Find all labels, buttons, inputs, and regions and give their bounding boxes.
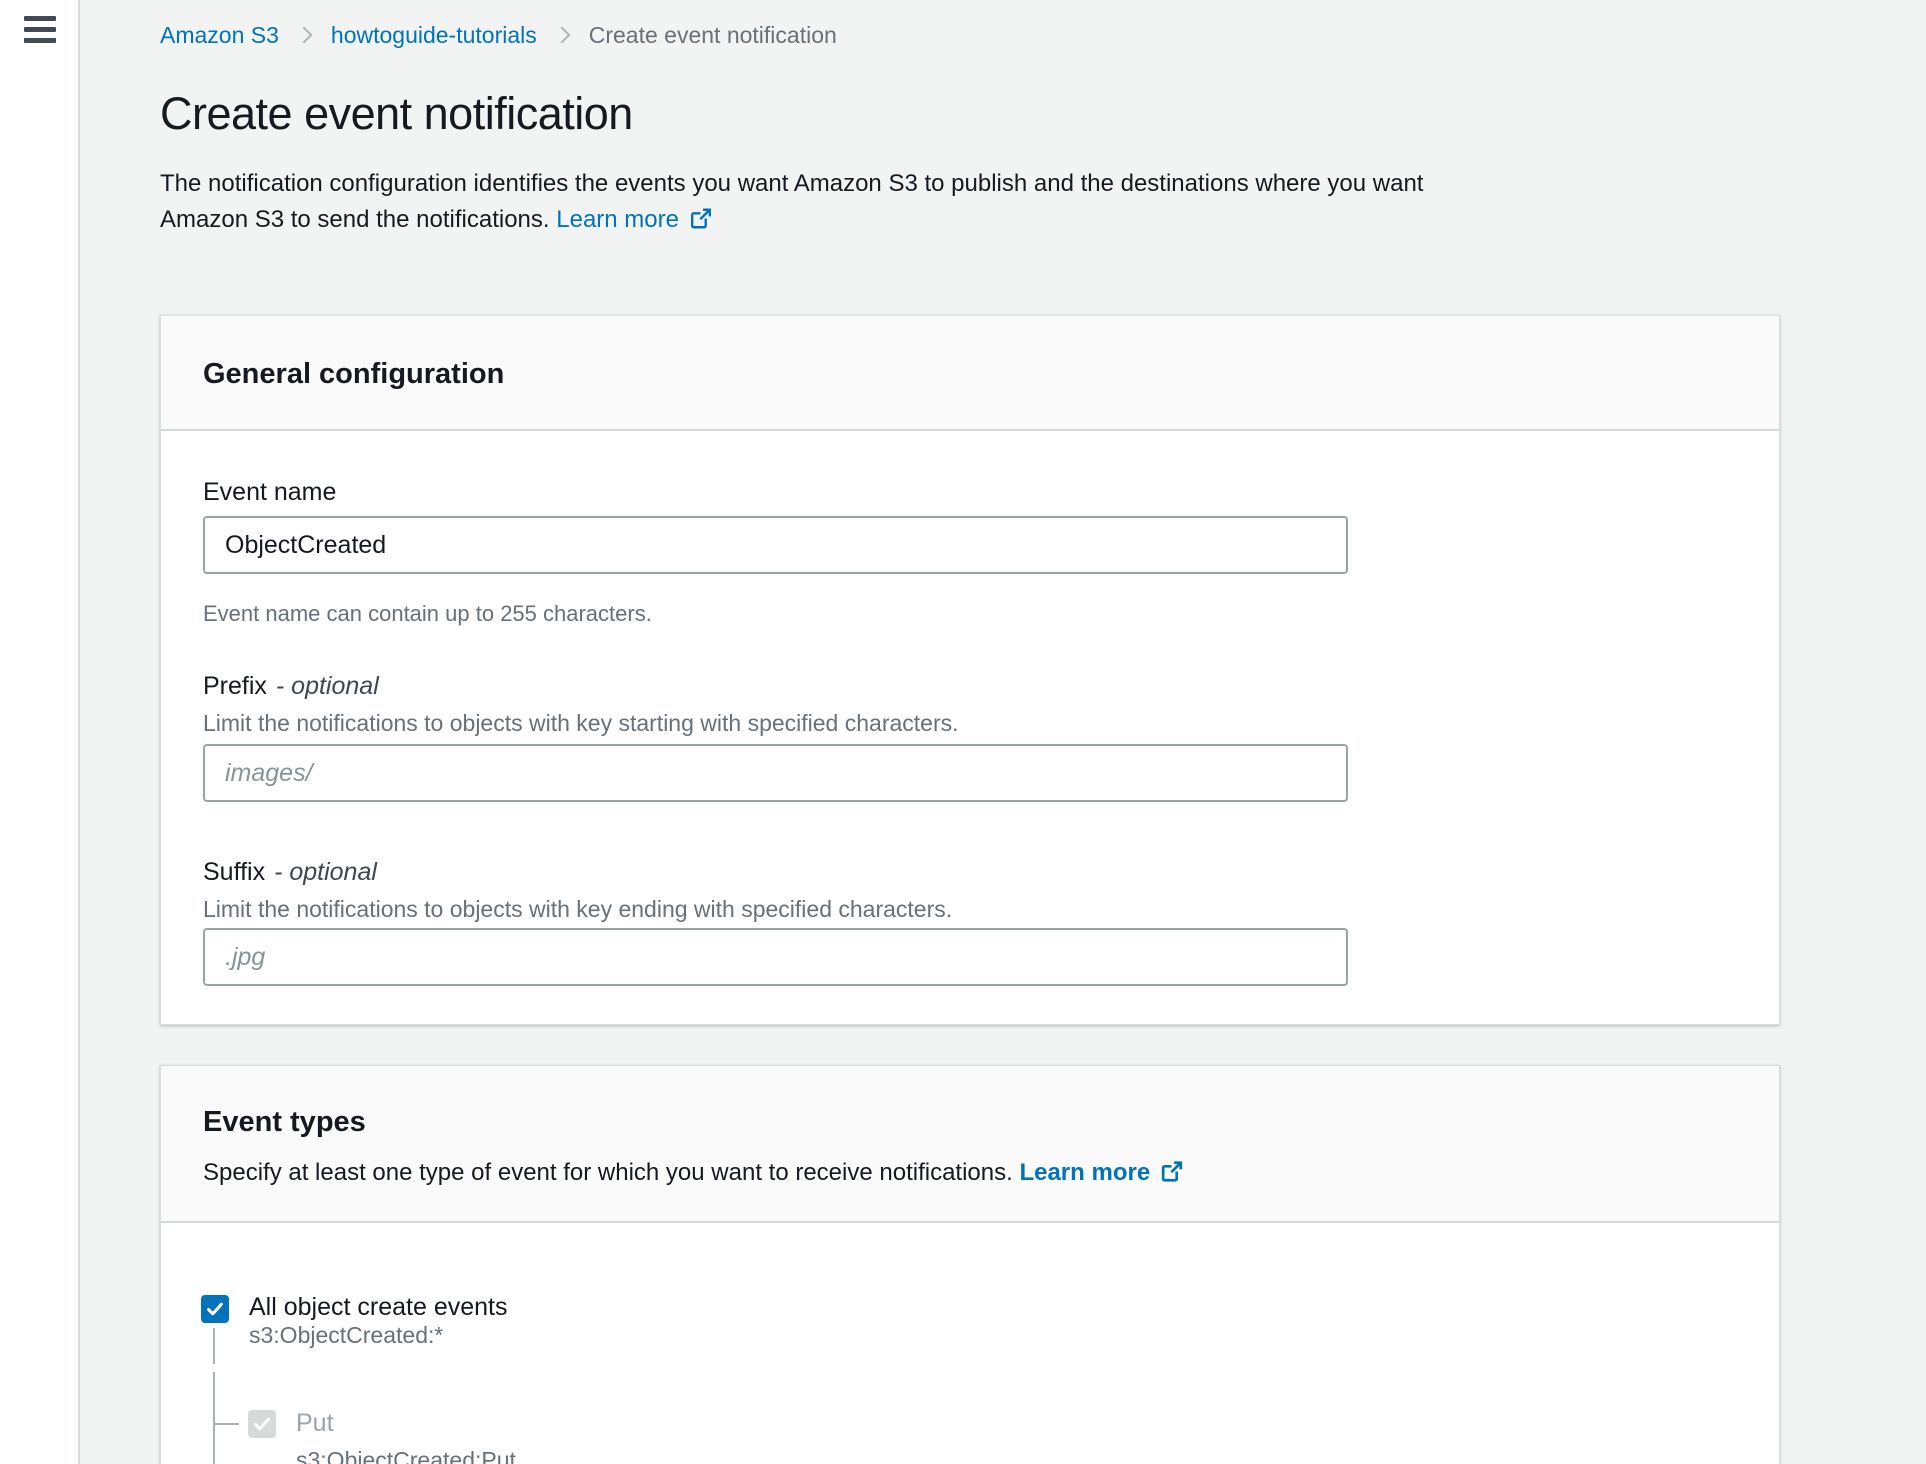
suffix-label: Suffix- optional xyxy=(203,858,377,887)
check-icon xyxy=(250,1413,274,1435)
tree-line xyxy=(213,1372,215,1464)
prefix-description: Limit the notifications to objects with … xyxy=(203,710,959,737)
general-configuration-heading: General configuration xyxy=(203,358,504,391)
event-name-input[interactable] xyxy=(203,516,1348,574)
hamburger-menu-icon[interactable] xyxy=(24,16,56,43)
prefix-input[interactable] xyxy=(203,744,1348,802)
page-description-line1: The notification configuration identifie… xyxy=(160,166,1740,202)
event-types-header: Event types Specify at least one type of… xyxy=(161,1066,1779,1223)
optional-indicator: - optional xyxy=(274,858,377,886)
breadcrumb-item-amazon-s3[interactable]: Amazon S3 xyxy=(160,22,279,49)
chevron-right-icon xyxy=(295,27,312,44)
page-description: The notification configuration identifie… xyxy=(160,166,1740,238)
prefix-label: Prefix- optional xyxy=(203,672,379,701)
all-object-create-events-checkbox[interactable] xyxy=(201,1295,229,1323)
external-link-icon xyxy=(1159,1159,1184,1184)
all-object-create-events-code: s3:ObjectCreated:* xyxy=(249,1322,443,1349)
page-description-line2: Amazon S3 to send the notifications. xyxy=(160,206,550,233)
event-name-label: Event name xyxy=(203,478,336,507)
learn-more-link[interactable]: Learn more xyxy=(1019,1159,1184,1186)
side-nav-rail xyxy=(0,0,80,1464)
breadcrumb: Amazon S3 howtoguide-tutorials Create ev… xyxy=(160,19,837,51)
page-title: Create event notification xyxy=(160,88,633,140)
event-types-card: Event types Specify at least one type of… xyxy=(160,1065,1780,1464)
breadcrumb-item-bucket[interactable]: howtoguide-tutorials xyxy=(331,22,537,49)
optional-indicator: - optional xyxy=(276,672,379,700)
breadcrumb-current-page: Create event notification xyxy=(589,22,837,49)
event-types-description: Specify at least one type of event for w… xyxy=(203,1159,1184,1187)
suffix-description: Limit the notifications to objects with … xyxy=(203,896,952,923)
check-icon xyxy=(203,1298,227,1320)
put-label: Put xyxy=(296,1409,334,1438)
event-types-heading: Event types xyxy=(203,1106,366,1139)
all-object-create-events-label[interactable]: All object create events xyxy=(249,1293,507,1322)
external-link-icon xyxy=(688,206,713,231)
learn-more-link[interactable]: Learn more xyxy=(556,206,713,233)
tree-branch xyxy=(213,1423,239,1425)
suffix-input[interactable] xyxy=(203,928,1348,986)
chevron-right-icon xyxy=(553,27,570,44)
put-checkbox xyxy=(248,1410,276,1438)
put-code: s3:ObjectCreated:Put xyxy=(296,1447,516,1464)
event-name-constraint: Event name can contain up to 255 charact… xyxy=(203,601,652,627)
tree-line xyxy=(213,1328,215,1364)
general-configuration-card: General configuration Event name Event n… xyxy=(160,315,1780,1025)
general-configuration-header: General configuration xyxy=(161,316,1779,431)
